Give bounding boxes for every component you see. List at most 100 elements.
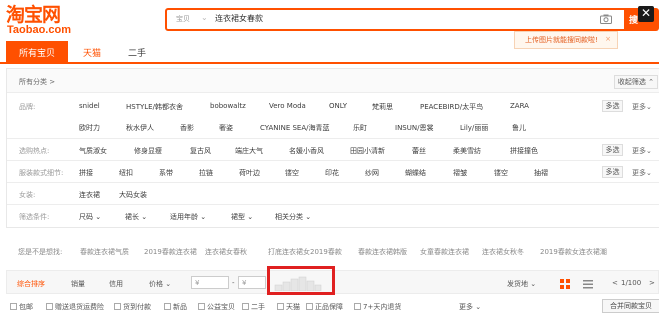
sort-default[interactable]: 综合排序: [17, 279, 45, 289]
hot-option[interactable]: 拼接撞色: [510, 146, 538, 156]
next-page-button[interactable]: >: [649, 279, 655, 287]
age-dropdown[interactable]: 适用年龄 ⌄: [170, 212, 206, 222]
detail-option[interactable]: 纱网: [365, 168, 379, 178]
tmall-checkbox[interactable]: 天猫: [277, 302, 300, 312]
brand-option[interactable]: ONLY: [329, 102, 347, 110]
prev-page-button[interactable]: <: [612, 279, 618, 287]
brand-option[interactable]: 乐町: [353, 123, 367, 133]
hot-option[interactable]: 端庄大气: [235, 146, 263, 156]
brand-option[interactable]: CYANINE SEA/海青蓝: [260, 123, 329, 133]
detail-option[interactable]: 印花: [325, 168, 339, 178]
return-insurance-checkbox[interactable]: 赠送退货运费险: [46, 302, 104, 312]
related-link[interactable]: 打底连衣裙女2019春款: [268, 247, 342, 257]
multi-select-button[interactable]: 多选: [602, 144, 623, 156]
detail-option[interactable]: 镂空: [494, 168, 508, 178]
detail-option[interactable]: 拉链: [199, 168, 213, 178]
brand-option[interactable]: bobowaltz: [210, 102, 246, 110]
brand-option[interactable]: HSTYLE/韩都衣舍: [126, 102, 183, 112]
detail-option[interactable]: 镂空: [285, 168, 299, 178]
price-from-input[interactable]: ¥: [191, 276, 229, 289]
multi-select-button[interactable]: 多选: [602, 166, 623, 178]
related-link[interactable]: 春款连衣裙气质: [80, 247, 129, 257]
related-link[interactable]: 女童春款连衣裙: [420, 247, 469, 257]
brand-option[interactable]: INSUN/恩裳: [395, 123, 433, 133]
tab-secondhand[interactable]: 二手: [120, 41, 154, 62]
tab-all[interactable]: 所有宝贝: [6, 41, 68, 62]
skirt-type-dropdown[interactable]: 裙型 ⌄: [231, 212, 253, 222]
hot-option[interactable]: 柔美雪纺: [453, 146, 481, 156]
tab-tmall[interactable]: 天猫: [72, 41, 112, 62]
sort-sales[interactable]: 销量: [71, 279, 85, 289]
multi-select-button[interactable]: 多选: [602, 100, 623, 112]
brand-option[interactable]: PEACEBIRD/太平鸟: [420, 102, 483, 112]
search-box[interactable]: 宝贝 ⌄ 连衣裙女春款: [165, 8, 637, 31]
hot-option[interactable]: 修身显瘦: [134, 146, 162, 156]
brand-option[interactable]: snidel: [79, 102, 100, 110]
collapse-filter-button[interactable]: 收起筛选 ⌃: [613, 75, 658, 89]
breadcrumb[interactable]: 所有分类 >: [19, 77, 55, 87]
more-button[interactable]: 更多⌄: [632, 102, 652, 112]
filter-conditions-row: 筛选条件: 尺码 ⌄ 裙长 ⌄ 适用年龄 ⌄ 裙型 ⌄ 相关分类 ⌄: [7, 205, 659, 228]
hot-label: 选购热点:: [19, 147, 50, 155]
location-dropdown[interactable]: 发货地 ⌄: [507, 279, 536, 289]
related-link[interactable]: 春款连衣裙韩版: [358, 247, 407, 257]
more-services-button[interactable]: 更多 ⌄: [459, 302, 481, 312]
gender-option[interactable]: 连衣裙: [79, 190, 100, 200]
charity-checkbox[interactable]: 公益宝贝: [198, 302, 235, 312]
detail-option[interactable]: 抽褶: [534, 168, 548, 178]
length-dropdown[interactable]: 裙长 ⌄: [125, 212, 147, 222]
genuine-label: 正品保障: [315, 303, 343, 311]
size-dropdown[interactable]: 尺码 ⌄: [79, 212, 101, 222]
hot-option[interactable]: 复古风: [190, 146, 211, 156]
brand-option[interactable]: Lily/丽丽: [460, 123, 488, 133]
detail-option[interactable]: 纽扣: [119, 168, 133, 178]
detail-option[interactable]: 蝴蝶结: [405, 168, 426, 178]
taobao-logo[interactable]: 淘宝网 Taobao.com: [6, 5, 84, 36]
sort-price[interactable]: 价格 ⌄: [149, 279, 171, 289]
detail-option[interactable]: 荷叶边: [239, 168, 260, 178]
hot-option[interactable]: 名媛小香风: [289, 146, 324, 156]
new-checkbox[interactable]: 新品: [164, 302, 187, 312]
more-button[interactable]: 更多⌄: [632, 146, 652, 156]
brand-option[interactable]: Vero Moda: [269, 102, 306, 110]
related-link[interactable]: 2019春款女连衣裙潮: [540, 247, 607, 257]
related-link[interactable]: 2019春款连衣裙: [144, 247, 197, 257]
search-category[interactable]: 宝贝: [176, 14, 190, 24]
new-label: 新品: [173, 303, 187, 311]
brand-option[interactable]: ZARA: [510, 102, 529, 110]
secondhand-checkbox[interactable]: 二手: [242, 302, 265, 312]
related-category-dropdown[interactable]: 相关分类 ⌄: [275, 212, 311, 222]
list-view-icon[interactable]: [583, 279, 593, 289]
genuine-checkbox[interactable]: 正品保障: [306, 302, 343, 312]
price-to-input[interactable]: ¥: [238, 276, 266, 289]
camera-icon[interactable]: [600, 14, 612, 24]
brand-option[interactable]: 秋水伊人: [126, 123, 154, 133]
detail-option[interactable]: 拼接: [79, 168, 93, 178]
related-link[interactable]: 连衣裙女春秋: [205, 247, 247, 257]
sort-credit[interactable]: 信用: [109, 279, 123, 289]
filter-conditions-label: 筛选条件:: [19, 213, 50, 221]
hot-option[interactable]: 气质淑女: [79, 146, 107, 156]
cod-checkbox[interactable]: 货到付款: [114, 302, 151, 312]
brand-option[interactable]: 欧时力: [79, 123, 100, 133]
hot-option[interactable]: 蕾丝: [412, 146, 426, 156]
search-input[interactable]: 连衣裙女春款: [215, 13, 263, 24]
merge-same-button[interactable]: 合并同款宝贝: [602, 299, 659, 313]
detail-option[interactable]: 系带: [159, 168, 173, 178]
grid-view-icon[interactable]: [560, 279, 570, 289]
gender-option[interactable]: 大码女装: [119, 190, 147, 200]
close-icon[interactable]: ✕: [638, 6, 654, 22]
chevron-down-icon[interactable]: ⌄: [201, 13, 208, 22]
brand-option[interactable]: 梵莉思: [372, 102, 393, 112]
free-shipping-checkbox[interactable]: 包邮: [10, 302, 33, 312]
brand-option[interactable]: 鲁儿: [512, 123, 526, 133]
page-indicator: 1/100: [621, 279, 642, 287]
seven-day-return-checkbox[interactable]: 7+天内退货: [354, 302, 401, 312]
related-link[interactable]: 连衣裙女秋冬: [482, 247, 524, 257]
more-button[interactable]: 更多⌄: [632, 168, 652, 178]
related-label: 您是不是想找:: [18, 248, 63, 256]
hot-option[interactable]: 田园小清新: [350, 146, 385, 156]
brand-option[interactable]: 香影: [180, 123, 194, 133]
brand-option[interactable]: 奢姿: [219, 123, 233, 133]
detail-option[interactable]: 褶皱: [453, 168, 467, 178]
